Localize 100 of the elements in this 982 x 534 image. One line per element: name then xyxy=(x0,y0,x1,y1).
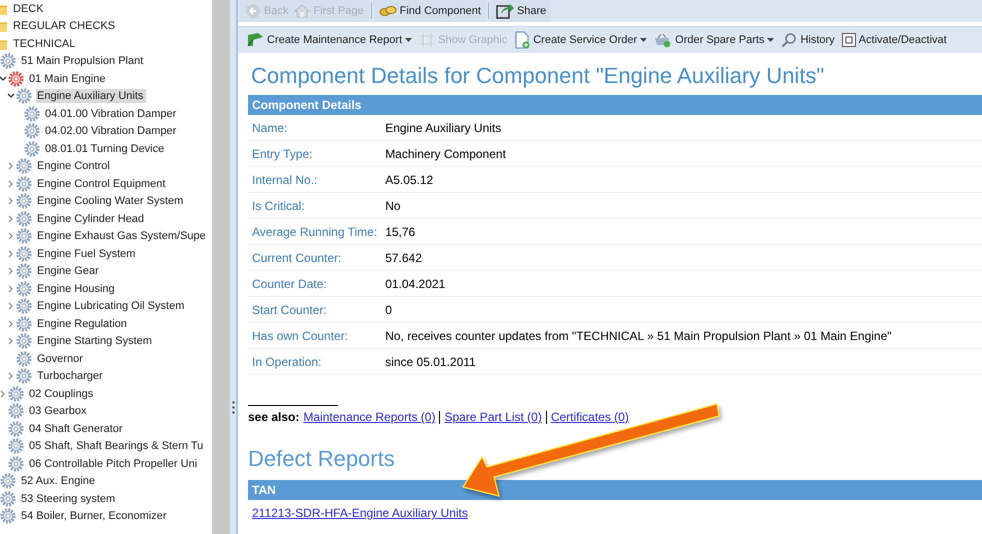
collapse-chevron-icon[interactable] xyxy=(0,76,7,82)
see-also-label: see also: xyxy=(248,410,300,424)
gear-icon xyxy=(16,228,32,244)
toolbar-button[interactable]: Order Spare Parts xyxy=(651,30,778,50)
gear-icon xyxy=(16,88,32,104)
tree-item[interactable]: Engine Auxiliary Units xyxy=(36,89,146,104)
gear-icon xyxy=(16,246,32,262)
gear-icon xyxy=(16,158,32,174)
splitter-grip-icon[interactable] xyxy=(232,401,234,414)
toolbar-button[interactable]: History xyxy=(778,30,838,50)
field-value: 0 xyxy=(381,296,982,322)
toolbar-button[interactable]: Create Service Order xyxy=(511,30,650,50)
column-header: TAN xyxy=(248,480,982,500)
field-label: In Operation: xyxy=(248,348,382,374)
field-label: Internal No.: xyxy=(248,166,382,192)
dropdown-caret-icon xyxy=(640,38,648,42)
expand-chevron-icon[interactable] xyxy=(8,284,14,293)
tree-item[interactable]: Engine Cooling Water System xyxy=(36,194,186,208)
toolbar-button[interactable]: Find Component xyxy=(376,1,484,21)
tree-item[interactable]: 05 Shaft, Shaft Bearings & Stern Tu xyxy=(28,439,206,454)
field-value: since 05.01.2011 xyxy=(381,348,982,374)
toolbar-button[interactable]: Activate/Deactivat xyxy=(838,30,950,50)
dropdown-caret-icon xyxy=(405,38,412,42)
field-label: Counter Date: xyxy=(248,270,382,296)
field-value: No xyxy=(381,192,982,218)
gear-icon xyxy=(16,193,32,210)
tree-item[interactable]: 53 Steering system xyxy=(20,492,118,506)
field-label: Is Critical: xyxy=(248,192,382,218)
see-also-link[interactable]: Spare Part List (0) xyxy=(440,410,546,424)
home-icon xyxy=(294,3,310,19)
field-label: Average Running Time: xyxy=(248,218,382,244)
dropdown-caret-icon xyxy=(767,38,774,42)
tree-item[interactable]: REGULAR CHECKS xyxy=(12,19,118,34)
gear-icon xyxy=(8,70,24,87)
gear-icon xyxy=(24,140,40,157)
expand-chevron-icon[interactable] xyxy=(8,337,14,346)
gear-icon xyxy=(16,298,32,314)
toolbar-button[interactable]: Share xyxy=(492,1,550,21)
see-also-link[interactable]: Maintenance Reports (0) xyxy=(299,410,440,424)
tree-item[interactable]: Engine Control xyxy=(36,159,113,174)
tree-item[interactable]: 01 Main Engine xyxy=(28,72,108,86)
field-label: Start Counter: xyxy=(248,296,382,322)
field-label: Name: xyxy=(248,115,382,140)
tree-item[interactable]: Engine Control Equipment xyxy=(36,176,168,191)
tree-item[interactable]: Engine Lubricating Oil System xyxy=(36,299,188,314)
tree-item[interactable]: 06 Controllable Pitch Propeller Uni xyxy=(28,456,200,471)
tree-item[interactable]: 04.01.00 Vibration Damper xyxy=(44,106,180,121)
field-label: Has own Counter: xyxy=(248,322,382,348)
page-title: Component Details for Component "Engine Auxiliary Units" xyxy=(251,63,826,89)
field-value: 57.642 xyxy=(381,244,982,270)
tree-item[interactable]: Engine Fuel System xyxy=(36,246,138,261)
tree-item[interactable]: Engine Gear xyxy=(36,264,102,278)
gear-icon xyxy=(16,280,32,297)
tree-item[interactable]: Engine Cylinder Head xyxy=(36,212,148,226)
basket-icon xyxy=(654,32,672,48)
expand-chevron-icon[interactable] xyxy=(8,302,14,310)
expand-chevron-icon[interactable] xyxy=(8,214,14,223)
collapse-chevron-icon[interactable] xyxy=(7,93,15,100)
toolbar-button[interactable]: Create Maintenance Report xyxy=(243,30,416,50)
tree-item[interactable]: 54 Boiler, Burner, Economizer xyxy=(20,509,170,524)
tree-item[interactable]: 03 Gearbox xyxy=(28,404,90,418)
search-icon xyxy=(781,32,798,48)
tree-item[interactable]: Turbocharger xyxy=(36,369,106,384)
expand-chevron-icon[interactable] xyxy=(8,320,14,328)
tree-item[interactable]: Engine Housing xyxy=(36,282,118,296)
checkbox-icon xyxy=(842,33,856,47)
expand-chevron-icon[interactable] xyxy=(8,180,14,188)
tree-item[interactable]: 04.02.00 Vibration Damper xyxy=(44,124,180,138)
expand-chevron-icon[interactable] xyxy=(8,372,14,380)
gear-icon xyxy=(16,333,32,350)
table-header: Component Details xyxy=(248,95,982,115)
field-value: No, receives counter updates from "TECHNICAL » 51 Main Propulsion Plant » 01 Main Engine" xyxy=(381,322,982,348)
tree-item[interactable]: DECK xyxy=(12,2,47,16)
gear-icon xyxy=(8,420,24,437)
tree-item[interactable]: Engine Exhaust Gas System/Supe xyxy=(36,229,209,244)
tree-item[interactable]: Governor xyxy=(36,352,86,366)
gear-icon xyxy=(8,456,24,472)
expand-chevron-icon[interactable] xyxy=(8,267,14,276)
tree-item[interactable]: Engine Regulation xyxy=(36,316,130,331)
expand-chevron-icon[interactable] xyxy=(8,232,14,240)
gear-icon xyxy=(16,263,32,280)
field-value: 01.04.2021 xyxy=(381,270,982,296)
field-value: 15,76 xyxy=(381,218,982,244)
tree-item[interactable]: 04 Shaft Generator xyxy=(28,422,126,436)
expand-chevron-icon[interactable] xyxy=(8,197,14,206)
section-title: Defect Reports xyxy=(248,446,396,472)
see-also-link[interactable]: Certificates (0) xyxy=(546,410,633,424)
tree-item[interactable]: 02 Couplings xyxy=(28,386,96,401)
tree-item[interactable]: Engine Starting System xyxy=(36,334,155,348)
defect-report-link[interactable]: 211213-SDR-HFA-Engine Auxiliary Units xyxy=(252,506,468,520)
tree-item[interactable]: 51 Main Propulsion Plant xyxy=(20,54,146,68)
gear-icon xyxy=(16,316,32,332)
tree-item[interactable]: 52 Aux. Engine xyxy=(20,474,98,488)
grid-icon xyxy=(419,32,436,48)
field-value: Engine Auxiliary Units xyxy=(381,115,982,140)
expand-chevron-icon[interactable] xyxy=(0,390,6,398)
tree-item[interactable]: 08.01.01 Turning Device xyxy=(44,142,168,156)
expand-chevron-icon[interactable] xyxy=(8,250,14,258)
tree-item[interactable]: TECHNICAL xyxy=(12,36,78,51)
expand-chevron-icon[interactable] xyxy=(8,162,14,170)
